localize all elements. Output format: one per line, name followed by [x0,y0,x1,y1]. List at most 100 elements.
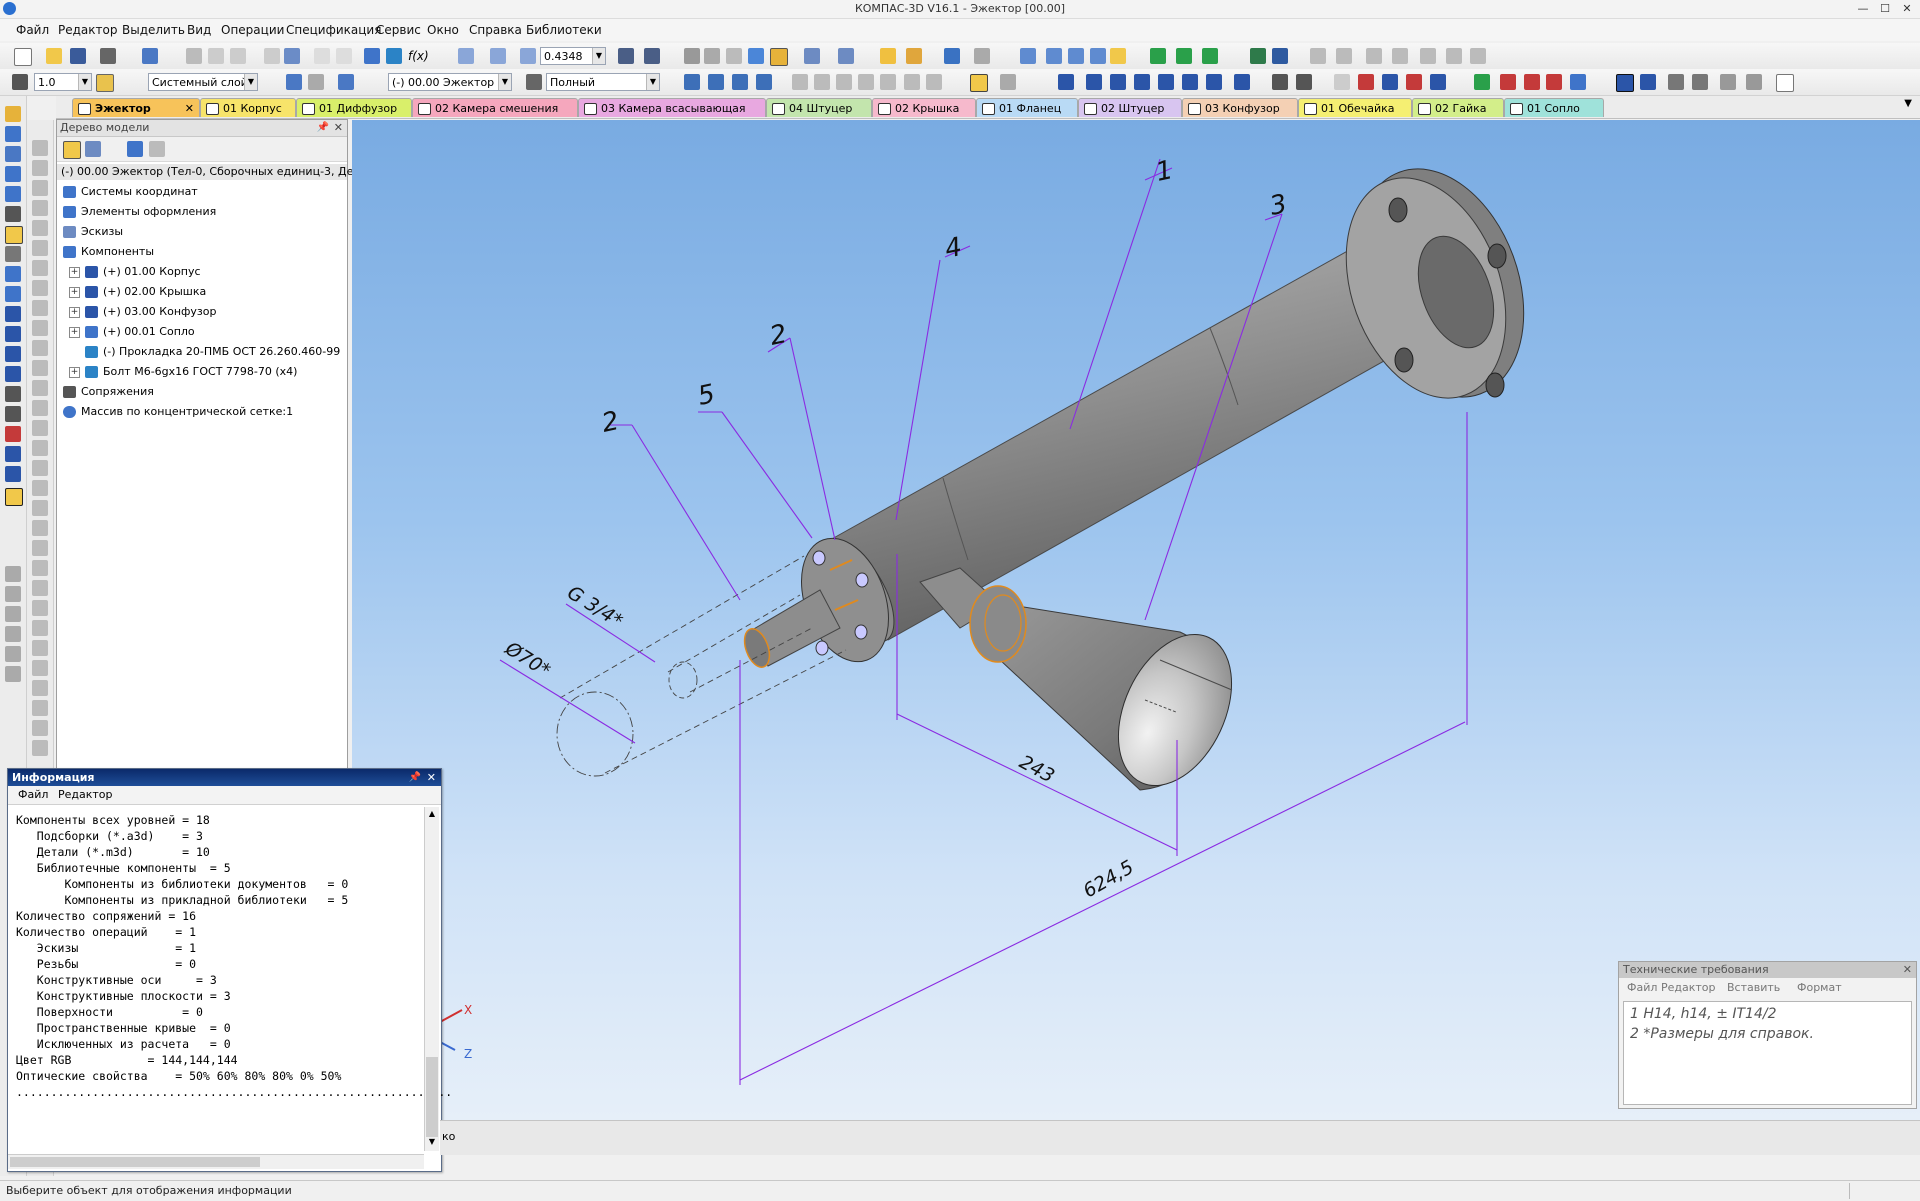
plane-icon[interactable] [1046,48,1062,64]
table-tool-icon[interactable] [5,586,21,602]
spline-icon[interactable] [32,220,48,236]
curves-icon[interactable] [5,146,21,162]
minimize-button[interactable]: — [1852,1,1874,16]
fillet-sketch-icon[interactable] [32,360,48,376]
base-icon[interactable] [5,666,21,682]
tech-menu-file[interactable]: Файл [1627,981,1657,994]
elements-icon[interactable] [5,366,21,382]
tech-menu-format[interactable]: Формат [1797,981,1842,994]
flange-icon[interactable] [1382,74,1398,90]
manager-icon[interactable] [284,48,300,64]
fastener-icon[interactable] [1500,74,1516,90]
segment-icon[interactable] [32,140,48,156]
constraint-icon[interactable] [1000,74,1016,90]
close-tech-req-icon[interactable]: ✕ [1903,962,1912,978]
distance-icon[interactable] [1272,48,1288,64]
mold-icon[interactable] [5,406,21,422]
tree-filter-icon[interactable] [127,141,143,157]
scroll-up-icon[interactable]: ▲ [426,809,438,821]
tab-cover[interactable]: 02 Крышка [872,98,976,117]
pin-icon[interactable]: 📌 [317,120,329,136]
snap-icon[interactable] [1250,48,1266,64]
array-sketch-icon[interactable] [32,560,48,576]
coordinate-system-icon[interactable] [1176,48,1192,64]
calculator-icon[interactable] [1720,74,1736,90]
report-icon[interactable] [1470,48,1486,64]
join-icon[interactable] [32,640,48,656]
edit-mode-icon[interactable] [5,106,21,122]
measure-icon[interactable] [944,48,960,64]
info-horizontal-scrollbar[interactable] [8,1154,424,1169]
solid-ops-icon[interactable] [5,126,21,142]
tree-view-mode-icon[interactable] [85,141,101,157]
filters-icon[interactable] [5,286,21,302]
explode-icon[interactable] [32,620,48,636]
tree-options-icon[interactable] [149,141,165,157]
point-icon[interactable] [1090,48,1106,64]
halftone-icon[interactable] [748,48,764,64]
confuser-branch[interactable] [919,567,1254,804]
spec-icon[interactable] [5,326,21,342]
sketch-arc-icon[interactable] [814,74,830,90]
local-cs-icon[interactable] [286,74,302,90]
active-tool-icon[interactable] [5,488,23,506]
mass-properties-icon[interactable] [1336,48,1352,64]
text-tool-icon[interactable] [5,566,21,582]
mirror-icon[interactable] [1296,74,1312,90]
tab-korpus[interactable]: 01 Корпус [200,98,296,117]
arc-icon[interactable] [32,180,48,196]
undo-icon[interactable] [314,48,330,64]
revolve-icon[interactable] [1086,74,1102,90]
edit-assembly-icon[interactable] [5,466,21,482]
tech-menu-insert[interactable]: Вставить [1727,981,1780,994]
hatch-icon[interactable] [32,300,48,316]
chamfer-icon[interactable] [732,74,748,90]
library-icon[interactable] [1474,74,1490,90]
dimensions-panel-icon[interactable] [5,226,23,244]
leader-icon[interactable] [5,626,21,642]
cut-icon[interactable] [186,48,202,64]
hole-icon[interactable] [684,74,700,90]
cursor-step-icon[interactable] [96,74,114,92]
expand-icon[interactable]: + [69,327,80,338]
arrays-icon[interactable] [5,186,21,202]
nut-icon[interactable] [1546,74,1562,90]
extend-icon[interactable] [32,420,48,436]
hole-panel-icon[interactable] [5,386,21,402]
move-sketch-icon[interactable] [32,460,48,476]
cut-revolve-icon[interactable] [1182,74,1198,90]
menu-help[interactable]: Справка [469,23,522,37]
table-icon[interactable] [1668,74,1684,90]
tab-shell[interactable]: 01 Обечайка [1298,98,1412,117]
contour-icon[interactable] [32,320,48,336]
menu-file[interactable]: Файл [16,23,49,37]
standard-parts-icon[interactable] [1570,74,1586,90]
polyline-icon[interactable] [32,240,48,256]
gear-icon[interactable] [1392,48,1408,64]
close-tab-icon[interactable]: ✕ [185,99,194,117]
hidden-lines-icon[interactable] [704,48,720,64]
tab-diffuzor[interactable]: 01 Диффузор [296,98,412,117]
rectangle-icon[interactable] [32,260,48,276]
paint-icon[interactable] [906,48,922,64]
sketch-line-icon[interactable] [792,74,808,90]
align-icon[interactable] [32,680,48,696]
menu-view[interactable]: Вид [187,23,211,37]
line-icon[interactable] [1020,48,1036,64]
zoom-combobox[interactable]: 0.4348 ▼ [540,47,606,65]
chamfer-sketch-icon[interactable] [32,380,48,396]
chevron-down-icon[interactable]: ▼ [592,48,605,64]
menu-window[interactable]: Окно [427,23,459,37]
sheet-metal-icon[interactable] [5,306,21,322]
perpendicular-icon[interactable] [32,720,48,736]
polygon-icon[interactable] [32,280,48,296]
pipe-flange[interactable] [1317,145,1553,420]
menu-libraries[interactable]: Библиотеки [526,23,602,37]
edit-component-icon[interactable] [338,74,354,90]
cutout-icon[interactable] [1430,74,1446,90]
main-pipe[interactable] [807,233,1433,653]
print-icon[interactable] [100,48,116,64]
tree-structure-icon[interactable] [63,141,81,159]
cut-extrude-icon[interactable] [1158,74,1174,90]
sketch-rect-icon[interactable] [858,74,874,90]
